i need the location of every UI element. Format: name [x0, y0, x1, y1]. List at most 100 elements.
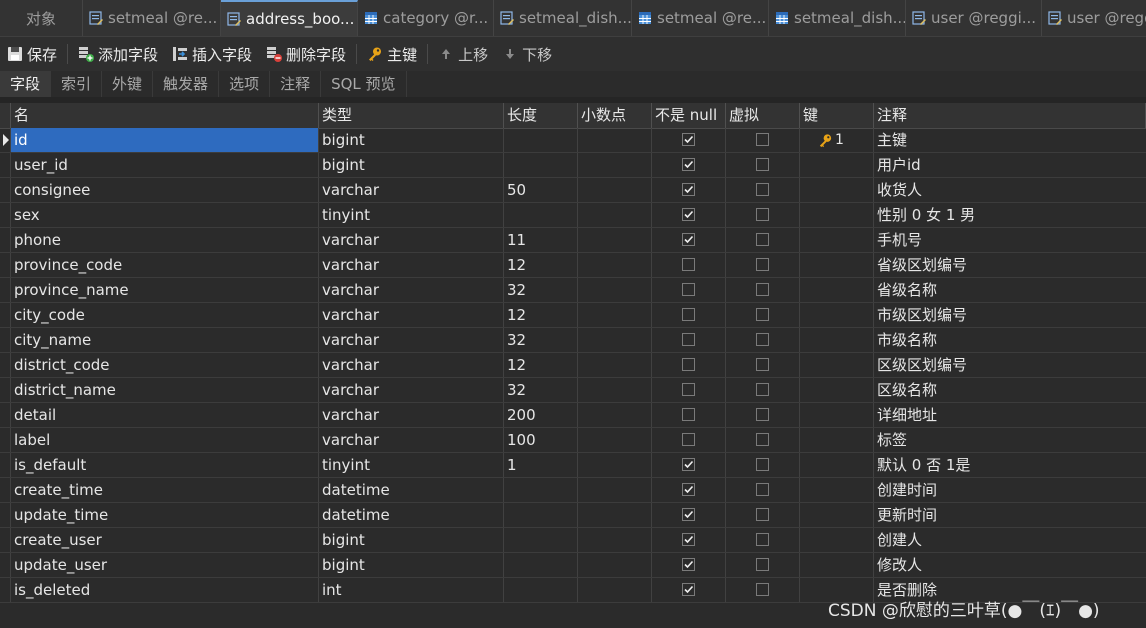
cell-name[interactable]: province_name	[11, 278, 319, 302]
cell-name[interactable]: label	[11, 428, 319, 452]
virtual-checkbox[interactable]	[756, 308, 769, 321]
editor-tab-6[interactable]: setmeal_dish...	[769, 0, 906, 36]
row-gutter[interactable]	[0, 403, 11, 427]
cell-key[interactable]	[800, 228, 874, 252]
cell-decimals[interactable]	[578, 503, 652, 527]
virtual-checkbox[interactable]	[756, 158, 769, 171]
cell-key[interactable]	[800, 353, 874, 377]
cell-type[interactable]: varchar	[319, 303, 504, 327]
row-gutter[interactable]	[0, 528, 11, 552]
cell-length[interactable]	[504, 153, 578, 177]
cell-type[interactable]: varchar	[319, 328, 504, 352]
cell-type[interactable]: tinyint	[319, 203, 504, 227]
virtual-checkbox[interactable]	[756, 233, 769, 246]
cell-length[interactable]: 32	[504, 278, 578, 302]
cell-length[interactable]: 11	[504, 228, 578, 252]
cell-length[interactable]: 200	[504, 403, 578, 427]
row-gutter[interactable]	[0, 203, 11, 227]
not-null-checkbox[interactable]	[682, 233, 695, 246]
cell-decimals[interactable]	[578, 203, 652, 227]
column-header-type[interactable]: 类型	[319, 103, 504, 128]
column-header-length[interactable]: 长度	[504, 103, 578, 128]
table-row[interactable]: consignee varchar 50 收货人	[0, 178, 1146, 203]
cell-length[interactable]: 100	[504, 428, 578, 452]
cell-comment[interactable]: 详细地址	[874, 403, 1146, 427]
cell-type[interactable]: varchar	[319, 353, 504, 377]
virtual-checkbox[interactable]	[756, 408, 769, 421]
cell-name[interactable]: id	[11, 128, 319, 152]
not-null-checkbox[interactable]	[682, 208, 695, 221]
cell-type[interactable]: varchar	[319, 403, 504, 427]
cell-comment[interactable]: 默认 0 否 1是	[874, 453, 1146, 477]
cell-key[interactable]	[800, 153, 874, 177]
cell-comment[interactable]: 手机号	[874, 228, 1146, 252]
table-row[interactable]: city_code varchar 12 市级区划编号	[0, 303, 1146, 328]
virtual-checkbox[interactable]	[756, 583, 769, 596]
cell-comment[interactable]: 市级区划编号	[874, 303, 1146, 327]
cell-decimals[interactable]	[578, 253, 652, 277]
not-null-checkbox[interactable]	[682, 358, 695, 371]
cell-key[interactable]	[800, 553, 874, 577]
virtual-checkbox[interactable]	[756, 558, 769, 571]
cell-name[interactable]: consignee	[11, 178, 319, 202]
cell-type[interactable]: bigint	[319, 528, 504, 552]
row-gutter[interactable]	[0, 328, 11, 352]
virtual-checkbox[interactable]	[756, 433, 769, 446]
subtab-fields[interactable]: 字段	[0, 71, 52, 97]
not-null-checkbox[interactable]	[682, 308, 695, 321]
cell-key[interactable]	[800, 478, 874, 502]
cell-decimals[interactable]	[578, 153, 652, 177]
cell-key[interactable]	[800, 378, 874, 402]
cell-key[interactable]	[800, 428, 874, 452]
table-row[interactable]: create_time datetime 创建时间	[0, 478, 1146, 503]
cell-length[interactable]	[504, 553, 578, 577]
cell-comment[interactable]: 收货人	[874, 178, 1146, 202]
table-row[interactable]: user_id bigint 用户id	[0, 153, 1146, 178]
cell-name[interactable]: province_code	[11, 253, 319, 277]
cell-comment[interactable]: 省级区划编号	[874, 253, 1146, 277]
not-null-checkbox[interactable]	[682, 533, 695, 546]
row-gutter[interactable]	[0, 378, 11, 402]
subtab-triggers[interactable]: 触发器	[153, 71, 220, 97]
cell-key[interactable]	[800, 253, 874, 277]
cell-type[interactable]: int	[319, 578, 504, 602]
subtab-comment[interactable]: 注释	[270, 71, 322, 97]
delete-field-button[interactable]: 删除字段	[259, 40, 353, 68]
column-header-not-null[interactable]: 不是 null	[652, 103, 726, 128]
cell-type[interactable]: varchar	[319, 253, 504, 277]
cell-name[interactable]: district_code	[11, 353, 319, 377]
cell-comment[interactable]: 标签	[874, 428, 1146, 452]
cell-decimals[interactable]	[578, 278, 652, 302]
table-row[interactable]: district_code varchar 12 区级区划编号	[0, 353, 1146, 378]
not-null-checkbox[interactable]	[682, 508, 695, 521]
cell-decimals[interactable]	[578, 228, 652, 252]
not-null-checkbox[interactable]	[682, 158, 695, 171]
table-row[interactable]: province_name varchar 32 省级名称	[0, 278, 1146, 303]
cell-comment[interactable]: 用户id	[874, 153, 1146, 177]
virtual-checkbox[interactable]	[756, 333, 769, 346]
column-header-name[interactable]: 名	[11, 103, 319, 128]
cell-type[interactable]: varchar	[319, 428, 504, 452]
cell-name[interactable]: user_id	[11, 153, 319, 177]
virtual-checkbox[interactable]	[756, 183, 769, 196]
cell-length[interactable]: 50	[504, 178, 578, 202]
virtual-checkbox[interactable]	[756, 258, 769, 271]
row-gutter[interactable]	[0, 503, 11, 527]
table-row[interactable]: create_user bigint 创建人	[0, 528, 1146, 553]
insert-field-button[interactable]: 插入字段	[165, 40, 259, 68]
column-header-key[interactable]: 键	[800, 103, 874, 128]
cell-length[interactable]	[504, 478, 578, 502]
row-gutter[interactable]	[0, 453, 11, 477]
cell-decimals[interactable]	[578, 428, 652, 452]
not-null-checkbox[interactable]	[682, 283, 695, 296]
editor-tab-1[interactable]: setmeal @re...	[83, 0, 221, 36]
virtual-checkbox[interactable]	[756, 283, 769, 296]
cell-comment[interactable]: 主键	[874, 128, 1146, 152]
not-null-checkbox[interactable]	[682, 483, 695, 496]
cell-key[interactable]	[800, 453, 874, 477]
not-null-checkbox[interactable]	[682, 333, 695, 346]
cell-length[interactable]: 32	[504, 328, 578, 352]
cell-length[interactable]: 12	[504, 353, 578, 377]
row-gutter[interactable]	[0, 578, 11, 602]
virtual-checkbox[interactable]	[756, 383, 769, 396]
